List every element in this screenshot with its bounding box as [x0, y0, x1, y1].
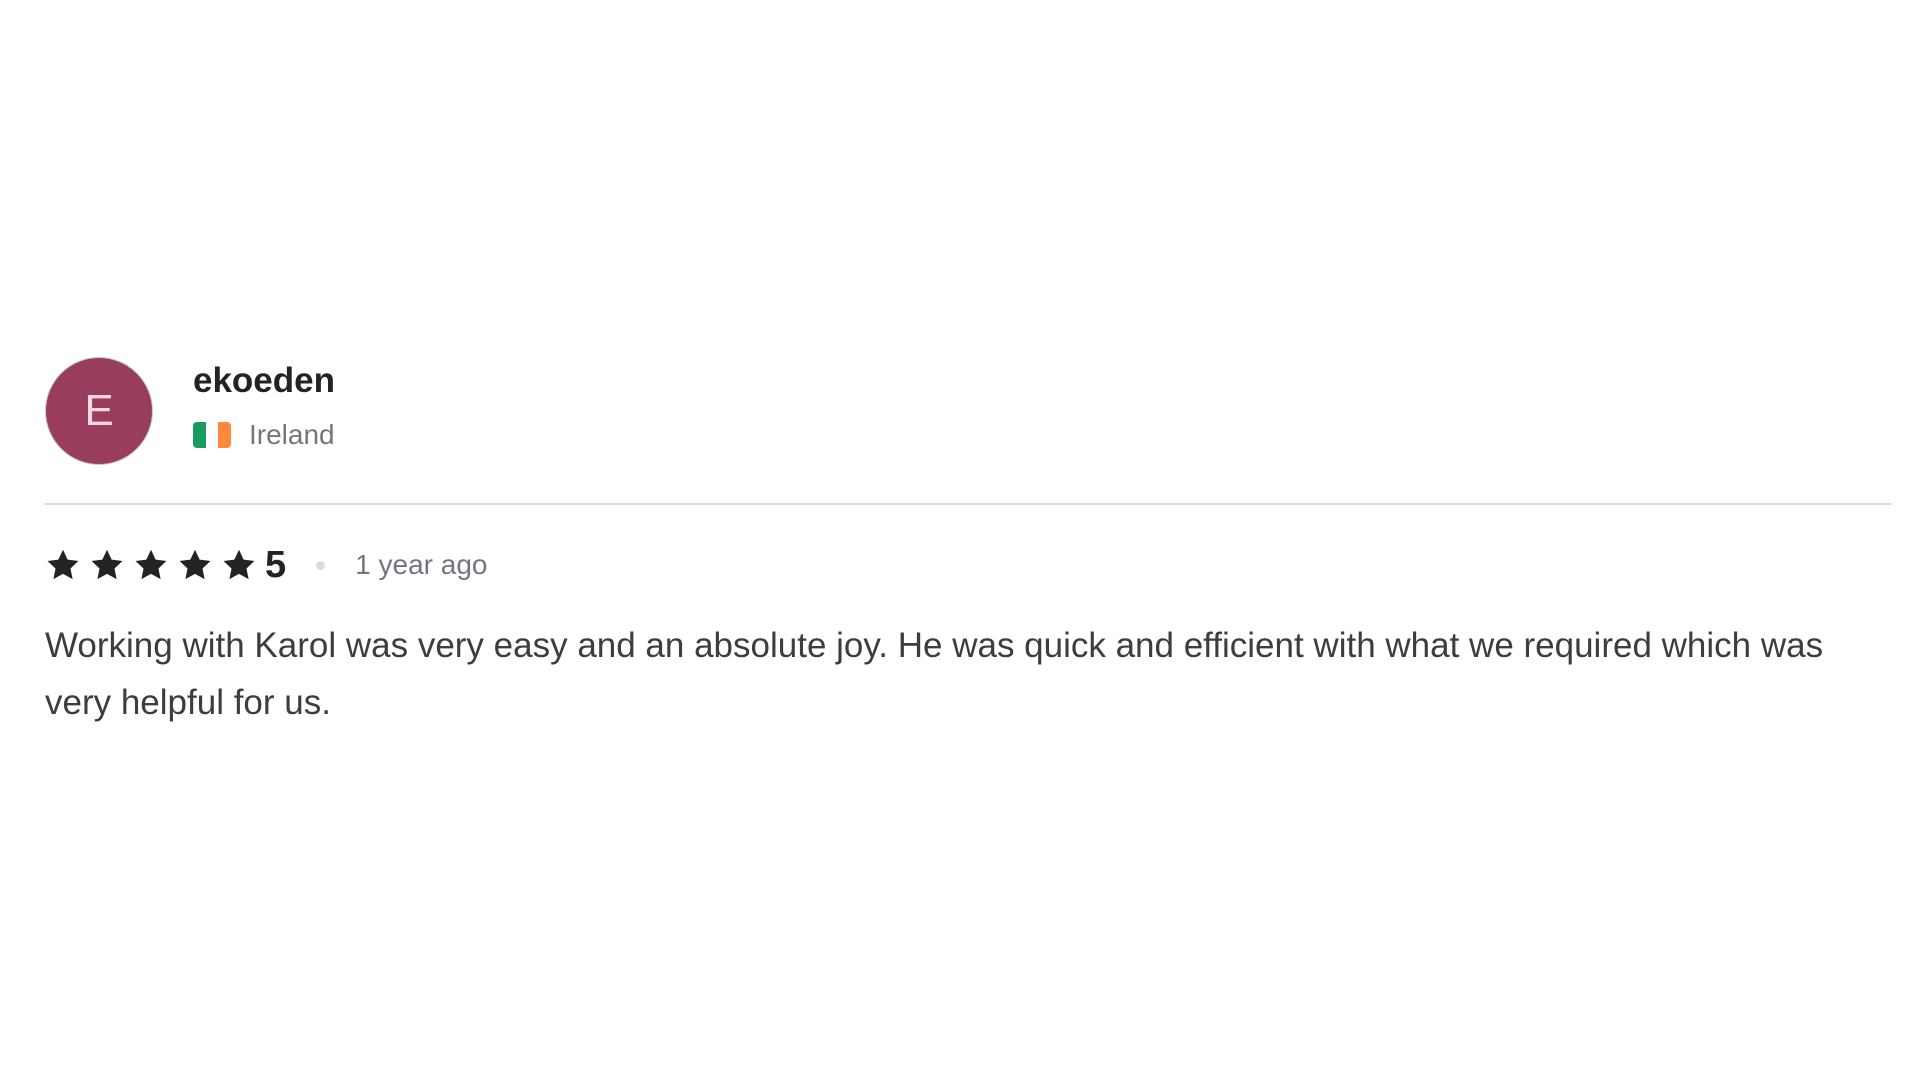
separator-dot: [316, 560, 326, 570]
reviewer-info: ekoeden Ireland: [193, 361, 335, 451]
rating-row: 5 1 year ago: [45, 543, 1891, 587]
star-icon: [179, 549, 211, 580]
reviewer-country: Ireland: [193, 419, 335, 451]
star-rating: [45, 547, 265, 583]
country-name: Ireland: [249, 419, 335, 450]
review-card: E ekoeden Ireland 5 1 year ago Working w…: [45, 356, 1891, 731]
reviewer-header: E ekoeden Ireland: [45, 356, 1891, 466]
ireland-flag-icon: [193, 422, 231, 448]
review-text: Working with Karol was very easy and an …: [45, 626, 1824, 722]
star-icon: [47, 549, 79, 580]
review-time: 1 year ago: [355, 549, 488, 580]
rating-score: 5: [265, 543, 287, 586]
star-icon: [91, 549, 123, 580]
star-icon: [223, 549, 255, 580]
avatar[interactable]: E: [45, 357, 153, 465]
divider: [45, 503, 1891, 505]
star-icon: [135, 549, 167, 580]
reviewer-username[interactable]: ekoeden: [193, 361, 335, 401]
